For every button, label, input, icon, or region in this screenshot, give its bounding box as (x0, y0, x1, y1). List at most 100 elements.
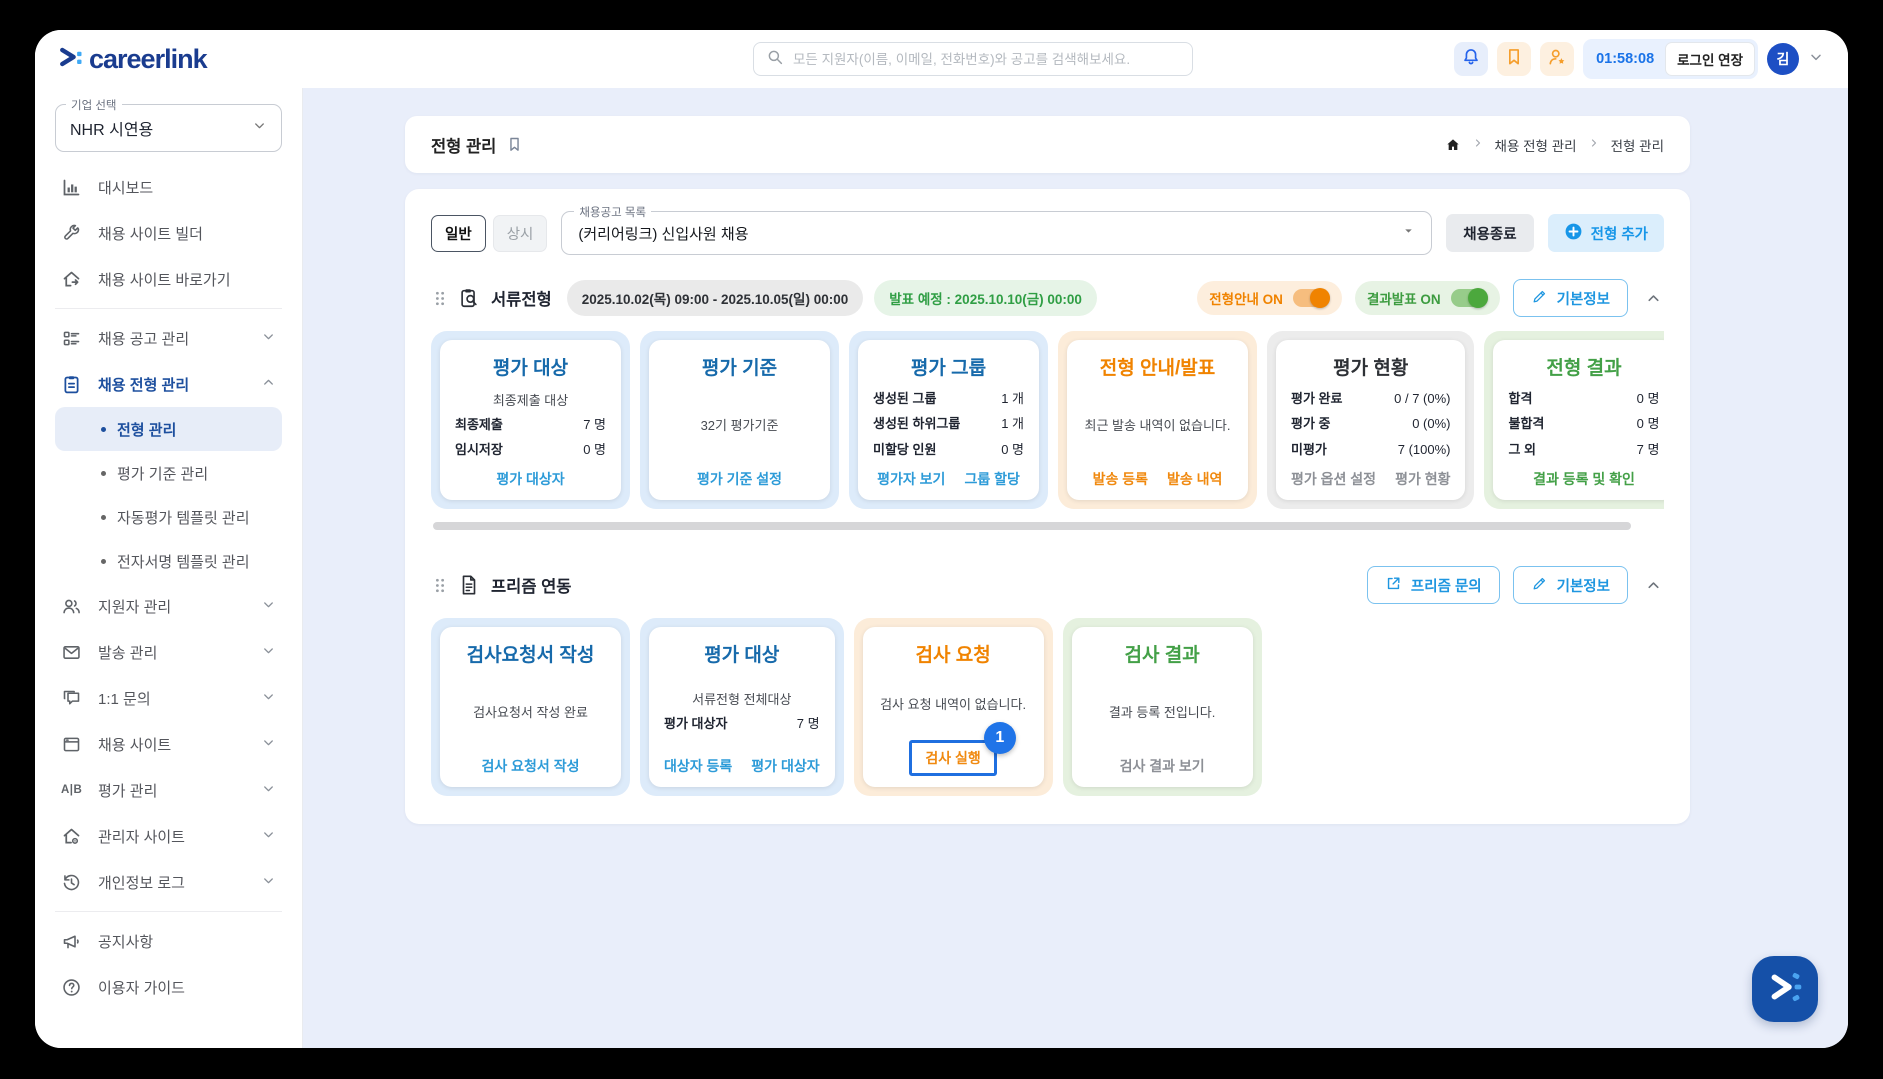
careerlink-floating-button[interactable] (1752, 956, 1818, 1022)
assign-group-link[interactable]: 그룹 할당 (964, 469, 1019, 489)
sidebar-item-sending[interactable]: 발송 관리 (55, 629, 282, 675)
sidebar-item-recruit-site[interactable]: 채용 사이트 (55, 721, 282, 767)
view-test-result-link[interactable]: 검사 결과 보기 (1120, 756, 1205, 776)
card-title: 평가 그룹 (910, 358, 987, 379)
bullet-icon (101, 426, 106, 432)
run-test-link[interactable]: 검사 실행 (925, 750, 980, 766)
sidebar-subitem-label: 전형 관리 (117, 421, 177, 439)
drag-handle-icon[interactable] (433, 575, 447, 596)
card-note: 32기 평가기준 (700, 418, 779, 433)
sidebar-subitem-criteria[interactable]: 평가 기준 관리 (55, 451, 282, 495)
bookmark-icon (1504, 47, 1524, 72)
eval-target-link[interactable]: 평가 대상자 (496, 469, 564, 489)
sidebar-item-job-postings[interactable]: 채용 공고 관리 (55, 315, 282, 361)
eval-option-link[interactable]: 평가 옵션 설정 (1291, 469, 1376, 489)
eval-criteria-link[interactable]: 평가 기준 설정 (697, 469, 782, 489)
sidebar-item-notices[interactable]: 공지사항 (55, 918, 282, 964)
register-target-link[interactable]: 대상자 등록 (664, 756, 732, 776)
tab-always-open[interactable]: 상시 (492, 214, 548, 252)
sidebar-item-label: 1:1 문의 (98, 690, 151, 708)
sidebar-item-privacy-log[interactable]: 개인정보 로그 (55, 859, 282, 905)
pencil-icon (1531, 288, 1548, 309)
chevron-down-icon (261, 735, 276, 754)
sidebar-item-applicants[interactable]: 지원자 관리 (55, 583, 282, 629)
sidebar-divider (55, 911, 282, 912)
brand-logo[interactable]: careerlink (57, 43, 208, 76)
document-ai-icon (458, 574, 480, 596)
sidebar-subitem-esign-template[interactable]: 전자서명 템플릿 관리 (55, 539, 282, 583)
profile-caret-icon[interactable] (1808, 49, 1824, 70)
prism-inquiry-button[interactable]: 프리즘 문의 (1366, 566, 1500, 604)
card-note: 검사요청서 작성 완료 (473, 705, 588, 720)
card-title: 전형 결과 (1546, 358, 1622, 379)
drag-handle-icon[interactable] (433, 288, 447, 309)
eval-status-link[interactable]: 평가 현황 (1395, 469, 1450, 489)
guide-toggle[interactable]: 전형안내 ON (1197, 281, 1342, 315)
write-test-request-link[interactable]: 검사 요청서 작성 (482, 756, 580, 776)
sidebar-item-label: 채용 전형 관리 (98, 376, 190, 394)
card-note: 결과 등록 전입니다. (1108, 705, 1216, 720)
tab-general[interactable]: 일반 (431, 214, 486, 252)
sidebar-item-evaluation[interactable]: A|B 평가 관리 (55, 767, 282, 813)
card-stat-row: 평가 완료 0 / 7 (0%) (1291, 391, 1451, 407)
sidebar: 기업 선택 NHR 시연용 대시보드 채용 사이트 빌더 채용 사이트 바로가기 (35, 88, 303, 1048)
card-process-result: 전형 결과 합격 0 명 불합격 0 명 그 외7 명 결과 등록 및 확인 (1484, 331, 1664, 509)
step-badge: 1 (983, 722, 1016, 754)
bell-icon (1461, 47, 1481, 72)
sending-history-link[interactable]: 발송 내역 (1167, 469, 1222, 489)
home-icon[interactable] (1445, 137, 1461, 153)
card-title: 검사 요청 (915, 645, 991, 666)
eval-target-link[interactable]: 평가 대상자 (751, 756, 819, 776)
page-bookmark-icon[interactable] (506, 136, 523, 153)
chevron-down-icon (261, 329, 276, 348)
close-recruiting-button[interactable]: 채용종료 (1446, 214, 1534, 252)
card-eval-group: 평가 그룹 생성된 그룹 1 개 생성된 하위그룹 1 개 미할당 인원 0 명 평가… (849, 331, 1048, 509)
sidebar-item-user-guide[interactable]: 이용자 가이드 (55, 964, 282, 1010)
chevron-down-icon (261, 597, 276, 616)
basic-info-button[interactable]: 기본정보 (1512, 566, 1628, 604)
extend-login-button[interactable]: 로그인 연장 (1665, 42, 1755, 76)
company-select[interactable]: 기업 선택 NHR 시연용 (55, 97, 282, 152)
bookmarks-button[interactable] (1497, 42, 1532, 76)
result-toggle[interactable]: 결과발표 ON (1354, 281, 1500, 315)
view-evaluators-link[interactable]: 평가자 보기 (877, 469, 945, 489)
sidebar-item-inquiry[interactable]: 1:1 문의 (55, 675, 282, 721)
collapse-chevron-icon[interactable] (1645, 290, 1662, 307)
sidebar-subitem-process[interactable]: 전형 관리 (55, 407, 282, 451)
posting-select[interactable]: 채용공고 목록 (커리어링크) 신입사원 채용 (561, 204, 1433, 255)
sidebar-item-admin-site[interactable]: 관리자 사이트 (55, 813, 282, 859)
avatar[interactable]: 김 (1767, 43, 1799, 75)
sidebar-subitem-label: 평가 기준 관리 (117, 465, 209, 483)
card-title: 검사 결과 (1124, 645, 1200, 666)
breadcrumb-item[interactable]: 채용 전형 관리 (1495, 135, 1577, 155)
card-guide-announce: 전형 안내/발표 최근 발송 내역이 없습니다. 발송 등록 발송 내역 (1058, 331, 1257, 509)
card-stat-row: 평가 중0 (0%) (1291, 416, 1451, 432)
card-note: 최근 발송 내역이 없습니다. (1084, 418, 1231, 433)
sidebar-divider (55, 308, 282, 309)
search-input[interactable] (793, 51, 1180, 67)
sidebar-item-process-management[interactable]: 채용 전형 관리 (55, 361, 282, 407)
global-search[interactable] (753, 42, 1193, 76)
sidebar-item-site-shortcut[interactable]: 채용 사이트 바로가기 (55, 256, 282, 302)
scrollbar-thumb[interactable] (433, 522, 1632, 530)
result-register-link[interactable]: 결과 등록 및 확인 (1533, 469, 1635, 489)
sidebar-item-label: 관리자 사이트 (98, 828, 185, 846)
register-sending-link[interactable]: 발송 등록 (1093, 469, 1148, 489)
card-prism-eval-target: 평가 대상 서류전형 전체대상 평가 대상자 7 명 대상자 등록 평가 대상자 (640, 618, 844, 796)
horizontal-scrollbar (433, 522, 1662, 530)
add-process-button[interactable]: 전형 추가 (1547, 214, 1664, 252)
add-process-label: 전형 추가 (1590, 226, 1648, 243)
basic-info-button[interactable]: 기본정보 (1512, 279, 1628, 317)
external-link-icon (1385, 575, 1402, 596)
collapse-chevron-icon[interactable] (1645, 577, 1662, 594)
sidebar-subitem-auto-eval-template[interactable]: 자동평가 템플릿 관리 (55, 495, 282, 539)
breadcrumb-item-current: 전형 관리 (1610, 138, 1664, 154)
notifications-button[interactable] (1454, 42, 1489, 76)
breadcrumb-separator-icon (1588, 137, 1600, 152)
sidebar-item-label: 발송 관리 (98, 644, 158, 662)
sidebar-item-dashboard[interactable]: 대시보드 (55, 164, 282, 210)
account-settings-button[interactable] (1540, 42, 1575, 76)
person-star-icon (1547, 47, 1567, 72)
card-eval-status: 평가 현황 평가 완료 0 / 7 (0%) 평가 중0 (0%) 미평가 7 (1… (1267, 331, 1475, 509)
sidebar-item-site-builder[interactable]: 채용 사이트 빌더 (55, 210, 282, 256)
